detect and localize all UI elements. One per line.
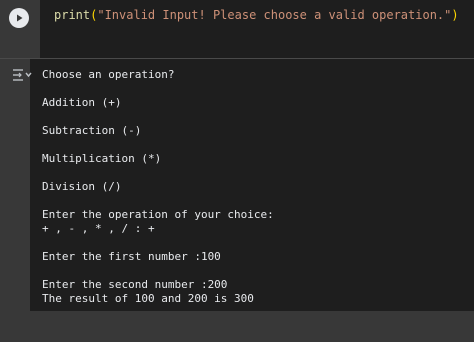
output-line: Subtraction (-) — [42, 124, 142, 137]
output-line: Enter the first number :100 — [42, 250, 221, 263]
output-section: Choose an operation? Addition (+) Subtra… — [0, 59, 474, 342]
output-line: Enter the operation of your choice: — [42, 208, 274, 221]
output-line: Multiplication (*) — [42, 152, 162, 165]
code-close-paren: ) — [451, 8, 459, 22]
code-function: print — [54, 8, 91, 22]
play-icon — [17, 14, 23, 22]
notebook-cell: print("Invalid Input! Please choose a va… — [0, 0, 474, 342]
output-line: The result of 100 and 200 is 300 — [42, 292, 254, 305]
code-line: print("Invalid Input! Please choose a va… — [54, 7, 459, 23]
output-line: Choose an operation? — [42, 68, 175, 81]
output-text: Choose an operation? Addition (+) Subtra… — [42, 68, 274, 306]
output-line: + , - , * , / : + — [42, 222, 155, 235]
output-toggle-icon — [13, 69, 32, 81]
output-toggle-button[interactable] — [10, 67, 34, 83]
cell-footer — [0, 311, 474, 342]
code-section: print("Invalid Input! Please choose a va… — [0, 0, 474, 58]
output-line: Addition (+) — [42, 96, 122, 109]
code-string: "Invalid Input! Please choose a valid op… — [97, 8, 452, 22]
output-line: Enter the second number :200 — [42, 278, 228, 291]
output-line: Division (/) — [42, 180, 122, 193]
run-cell-button[interactable] — [9, 8, 29, 28]
